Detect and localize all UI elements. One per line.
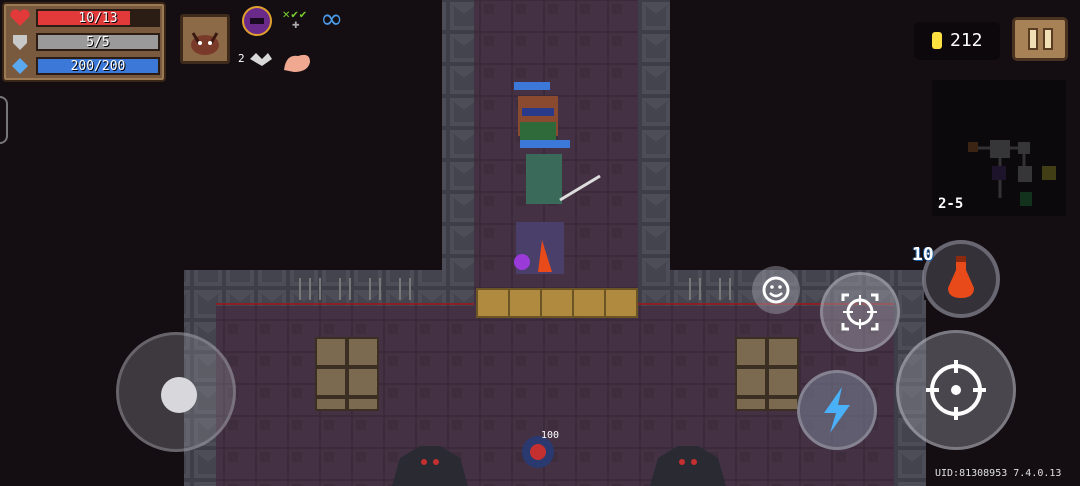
buff-beast-icon: [250, 53, 272, 66]
minimap[interactable]: 2-5: [932, 80, 1066, 216]
svg-text:✚: ✚: [292, 21, 300, 30]
armor-bar: 5/5: [36, 33, 160, 51]
coin-count: 212: [950, 30, 983, 51]
weapon-energy-cost: 10: [912, 244, 934, 265]
coin-counter: 212: [914, 22, 1000, 60]
stats-panel: 10/13 5/5 200/200: [2, 2, 166, 82]
attack-button[interactable]: [896, 330, 1016, 450]
flex-arm-icon: [284, 54, 310, 72]
health-row: 10/13: [10, 8, 160, 28]
lightning-icon: [824, 387, 850, 433]
player-character-wizard: [514, 222, 564, 274]
movement-joystick[interactable]: [116, 332, 236, 452]
helmet-icon: [242, 6, 272, 36]
infinity-icon: ∞: [320, 2, 344, 35]
barrels-left: [315, 337, 379, 411]
door-gate: [476, 288, 638, 318]
level-indicator: 2-5: [938, 196, 964, 212]
health-bar: 10/13: [36, 9, 160, 27]
heart-icon: [10, 9, 30, 27]
energy-row: 200/200: [10, 56, 160, 76]
energy-bar: 200/200: [36, 57, 160, 75]
emote-button[interactable]: [752, 266, 800, 314]
side-tab[interactable]: [0, 96, 8, 144]
auto-aim-button[interactable]: [820, 272, 900, 352]
armor-row: 5/5: [10, 32, 160, 52]
ammo-pickup-label: 100: [541, 430, 560, 441]
svg-text:✕✔✔: ✕✔✔: [282, 10, 307, 21]
pet-portrait[interactable]: [180, 14, 230, 64]
joystick-knob[interactable]: [161, 377, 197, 413]
uid-label: UID:81308953 7.4.0.13: [935, 468, 1062, 479]
smiley-icon: [762, 276, 790, 304]
pet-icon: [191, 32, 219, 55]
crosshair-icon: [841, 293, 879, 331]
potion-icon: [948, 256, 974, 298]
health-text: 10/13: [78, 11, 118, 26]
diamond-icon: [12, 58, 28, 74]
room-wall-left: [184, 270, 474, 306]
corridor-wall-right: [638, 0, 670, 270]
buff-count: 2: [238, 52, 245, 65]
shield-icon: [13, 35, 27, 50]
pause-button[interactable]: [1012, 17, 1068, 61]
coin-icon: [932, 32, 942, 49]
energy-text: 200/200: [70, 59, 126, 74]
corridor-wall-left: [442, 0, 474, 270]
target-icon: [926, 360, 986, 420]
barrels-right: [735, 337, 799, 411]
buff-checks-icon: ✕✔✔ ✚: [282, 10, 307, 30]
skill-button[interactable]: [797, 370, 877, 450]
armor-text: 5/5: [86, 35, 110, 50]
pause-icon: [1028, 28, 1038, 50]
